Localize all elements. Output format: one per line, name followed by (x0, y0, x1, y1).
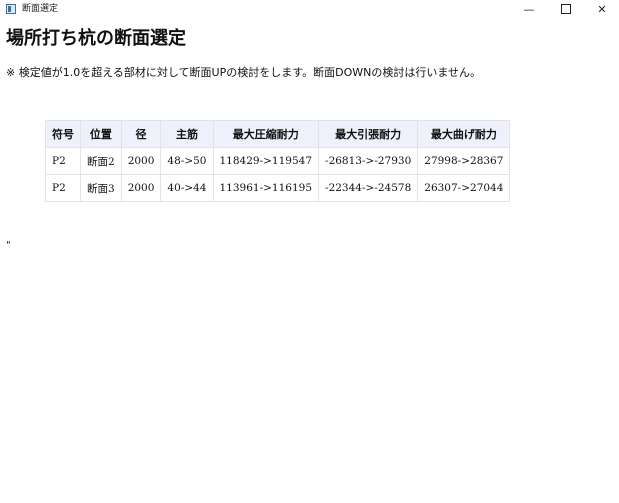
maximize-icon (561, 4, 571, 14)
cell-position: 断面2 (80, 147, 122, 175)
table-row: P2 断面2 2000 48->50 118429->119547 -26813… (45, 147, 511, 175)
header-position: 位置 (80, 120, 122, 148)
maximize-button[interactable] (548, 0, 584, 20)
cell-max-tension: -22344->-24578 (318, 174, 419, 202)
header-symbol: 符号 (45, 120, 81, 148)
stray-quote-text: " (6, 240, 11, 251)
close-button[interactable]: ✕ (584, 0, 619, 20)
cell-symbol: P2 (45, 147, 81, 175)
cell-main-rebar: 48->50 (160, 147, 214, 175)
minimize-button[interactable]: — (511, 0, 547, 20)
table-row: P2 断面3 2000 40->44 113961->116195 -22344… (45, 174, 511, 202)
table-header-row: 符号 位置 径 主筋 最大圧縮耐力 最大引張耐力 最大曲げ耐力 (45, 120, 511, 148)
cell-max-compression: 118429->119547 (212, 147, 320, 175)
header-main-rebar: 主筋 (160, 120, 214, 148)
info-note: ※ 検定値が1.0を超える部材に対して断面UPの検討をします。断面DOWNの検討… (6, 66, 482, 79)
page-title: 場所打ち杭の断面選定 (6, 28, 186, 49)
cell-max-compression: 113961->116195 (212, 174, 320, 202)
cell-max-tension: -26813->-27930 (318, 147, 419, 175)
cell-diameter: 2000 (120, 174, 162, 202)
cell-symbol: P2 (45, 174, 81, 202)
header-diameter: 径 (120, 120, 162, 148)
header-max-tension: 最大引張耐力 (318, 120, 419, 148)
header-max-bending: 最大曲げ耐力 (417, 120, 511, 148)
app-icon (6, 4, 16, 14)
window-titlebar: 断面選定 — ✕ (0, 0, 619, 20)
cell-diameter: 2000 (120, 147, 162, 175)
cell-main-rebar: 40->44 (160, 174, 214, 202)
header-max-compression: 最大圧縮耐力 (212, 120, 320, 148)
section-selection-table: 符号 位置 径 主筋 最大圧縮耐力 最大引張耐力 最大曲げ耐力 P2 断面2 2… (45, 120, 511, 202)
cell-position: 断面3 (80, 174, 122, 202)
cell-max-bending: 27998->28367 (417, 147, 511, 175)
cell-max-bending: 26307->27044 (417, 174, 511, 202)
window-title: 断面選定 (22, 4, 59, 14)
